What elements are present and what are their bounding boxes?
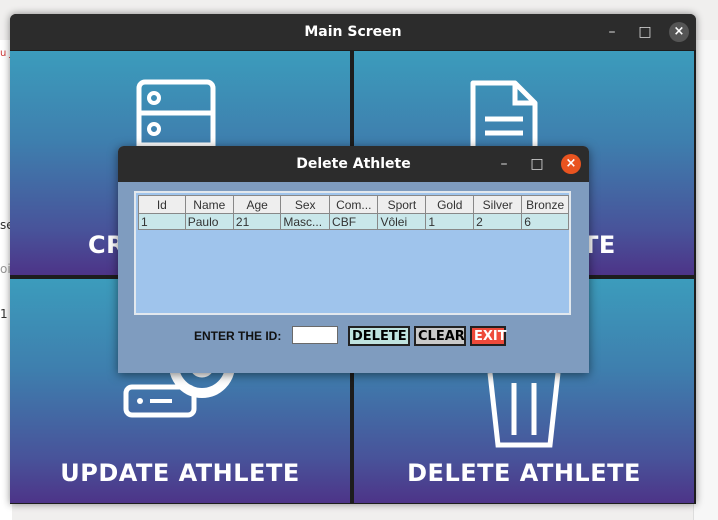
id-input[interactable] xyxy=(292,326,338,344)
table-cell[interactable]: 1 xyxy=(425,213,475,230)
main-titlebar[interactable]: Main Screen – □ × xyxy=(10,14,696,50)
trash-icon xyxy=(487,372,561,448)
column-header[interactable]: Age xyxy=(232,195,282,214)
exit-button[interactable]: EXIT xyxy=(470,326,507,346)
table-cell[interactable]: 6 xyxy=(521,213,569,230)
dialog-maximize-button[interactable]: □ xyxy=(525,146,549,182)
main-window-title: Main Screen xyxy=(304,24,402,40)
table-cell[interactable]: 21 xyxy=(232,213,282,230)
dialog-minimize-button[interactable]: – xyxy=(492,146,516,182)
id-label: ENTER THE ID: xyxy=(194,329,282,343)
table-header-row: Id Name Age Sex Com... Sport Gold Silver… xyxy=(138,195,569,214)
column-header[interactable]: Sex xyxy=(280,195,331,214)
table-cell[interactable]: Masc... xyxy=(280,213,331,230)
athletes-table: Id Name Age Sex Com... Sport Gold Silver… xyxy=(138,195,569,230)
close-button[interactable]: × xyxy=(669,22,689,42)
table-cell[interactable]: 2 xyxy=(473,213,523,230)
table-cell[interactable]: CBF xyxy=(329,213,379,230)
delete-athlete-dialog: Delete Athlete – □ × Id Name Age Sex Com… xyxy=(118,146,589,373)
background-fragment: 1 xyxy=(0,307,8,321)
column-header[interactable]: Bronze xyxy=(521,195,569,214)
table-cell[interactable]: 1 xyxy=(138,213,186,230)
table-row[interactable]: 1 Paulo 21 Masc... CBF Vôlei 1 2 6 xyxy=(138,213,569,230)
column-header[interactable]: Silver xyxy=(473,195,523,214)
delete-athlete-label: DELETE ATHLETE xyxy=(407,459,641,487)
update-athlete-label: UPDATE ATHLETE xyxy=(60,459,300,487)
maximize-button[interactable]: □ xyxy=(633,14,657,50)
dialog-close-button[interactable]: × xyxy=(561,154,581,174)
clear-button[interactable]: CLEAR xyxy=(414,326,466,346)
column-header[interactable]: Name xyxy=(184,195,234,214)
read-athlete-label: TE xyxy=(582,231,616,259)
athletes-table-panel[interactable]: Id Name Age Sex Com... Sport Gold Silver… xyxy=(134,191,571,315)
background-app-right-panel xyxy=(693,40,718,520)
table-cell[interactable]: Paulo xyxy=(184,213,234,230)
table-cell[interactable]: Vôlei xyxy=(377,213,427,230)
dialog-titlebar[interactable]: Delete Athlete – □ × xyxy=(118,146,589,182)
column-header[interactable]: Id xyxy=(138,195,186,214)
column-header[interactable]: Com... xyxy=(329,195,379,214)
dialog-footer: ENTER THE ID: DELETE CLEAR EXIT xyxy=(118,326,589,350)
column-header[interactable]: Sport xyxy=(377,195,427,214)
minimize-button[interactable]: – xyxy=(600,14,624,50)
delete-button[interactable]: DELETE xyxy=(348,326,410,346)
column-header[interactable]: Gold xyxy=(425,195,475,214)
dialog-title: Delete Athlete xyxy=(296,156,411,172)
